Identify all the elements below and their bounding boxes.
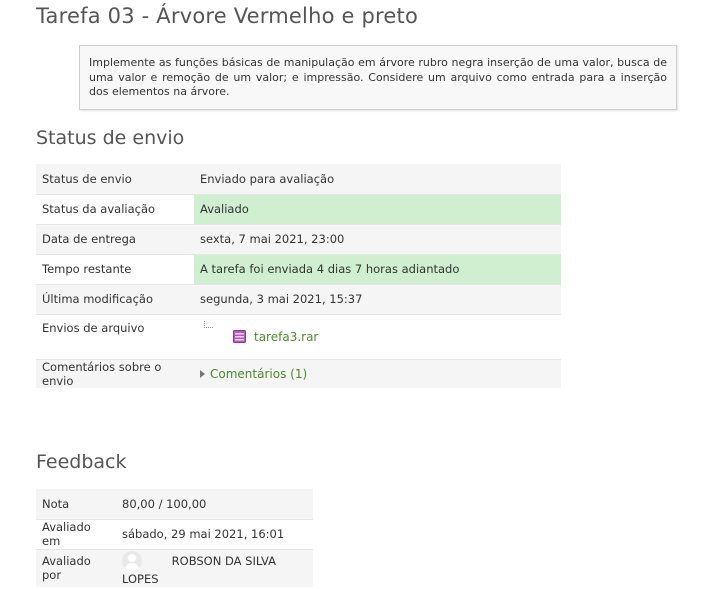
row-label: Status de envio — [36, 164, 194, 194]
row-label: Avaliado por — [36, 548, 116, 587]
table-row: Avaliado em sábado, 29 mai 2021, 16:01 — [36, 518, 313, 549]
page-title: Tarefa 03 - Árvore Vermelho e preto — [36, 4, 419, 28]
table-row: Avaliado por ROBSON DA SILVA LOPES — [36, 548, 313, 587]
file-name[interactable]: tarefa3.rar — [254, 330, 318, 344]
file-link[interactable]: tarefa3.rar — [233, 330, 318, 344]
row-label: Última modificação — [36, 283, 194, 314]
submission-status-value: Enviado para avaliação — [194, 164, 561, 194]
grading-status-value: Avaliado — [194, 193, 561, 224]
table-row: Comentários sobre o envio Comentários (1… — [36, 358, 561, 388]
archive-icon — [233, 330, 246, 343]
assignment-intro: Implemente as funções básicas de manipul… — [79, 45, 677, 110]
row-label: Tempo restante — [36, 253, 194, 284]
row-label: Comentários sobre o envio — [36, 358, 194, 388]
submission-status-heading: Status de envio — [36, 127, 185, 149]
grade-value: 80,00 / 100,00 — [116, 489, 313, 519]
table-row: Tempo restante A tarefa foi enviada 4 di… — [36, 253, 561, 284]
graded-on-value: sábado, 29 mai 2021, 16:01 — [116, 518, 313, 549]
table-row: Status da avaliação Avaliado — [36, 193, 561, 224]
time-remaining-value: A tarefa foi enviada 4 dias 7 horas adia… — [194, 253, 561, 284]
comments-toggle[interactable]: Comentários (1) — [200, 367, 307, 381]
table-row: Envios de arquivo tarefa3.rar — [36, 313, 561, 359]
row-label: Status da avaliação — [36, 193, 194, 224]
comments-link[interactable]: Comentários (1) — [210, 367, 307, 381]
last-modified-value: segunda, 3 mai 2021, 15:37 — [194, 283, 561, 314]
file-tree: tarefa3.rar — [194, 313, 561, 359]
feedback-heading: Feedback — [36, 451, 127, 473]
due-date-value: sexta, 7 mai 2021, 23:00 — [194, 223, 561, 254]
row-label: Avaliado em — [36, 518, 116, 549]
tree-connector — [204, 320, 213, 328]
table-row: Data de entrega sexta, 7 mai 2021, 23:00 — [36, 223, 561, 254]
row-label: Envios de arquivo — [36, 313, 194, 359]
feedback-table: Nota 80,00 / 100,00 Avaliado em sábado, … — [36, 489, 313, 587]
grader-name: ROBSON DA SILVA LOPES — [122, 554, 277, 586]
row-label: Data de entrega — [36, 223, 194, 254]
grader-cell: ROBSON DA SILVA LOPES — [116, 548, 313, 587]
avatar[interactable] — [122, 551, 142, 571]
table-row: Nota 80,00 / 100,00 — [36, 489, 313, 519]
submission-status-table: Status de envio Enviado para avaliação S… — [36, 164, 561, 388]
caret-right-icon — [200, 369, 205, 378]
table-row: Status de envio Enviado para avaliação — [36, 164, 561, 194]
row-label: Nota — [36, 489, 116, 519]
table-row: Última modificação segunda, 3 mai 2021, … — [36, 283, 561, 314]
comments-cell: Comentários (1) — [194, 358, 561, 388]
